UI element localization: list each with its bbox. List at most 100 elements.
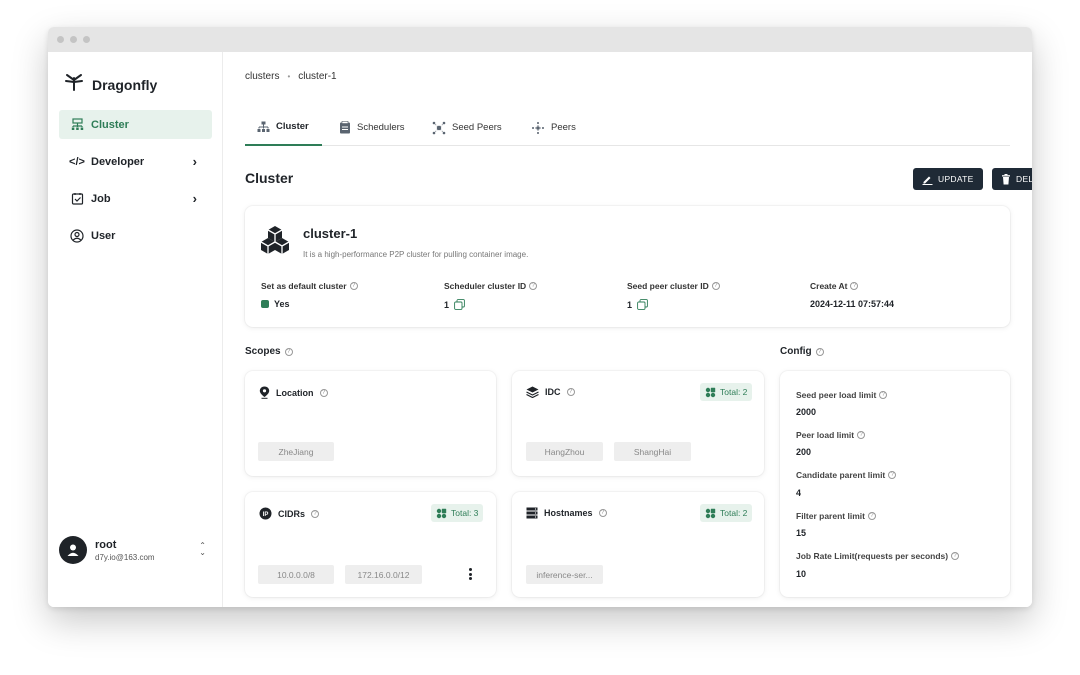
hostname-chip: inference-ser... xyxy=(526,565,603,584)
apps-icon xyxy=(705,508,716,518)
tab-peers[interactable]: Peers xyxy=(519,109,588,146)
window-close-dot[interactable] xyxy=(57,36,64,43)
tab-schedulers[interactable]: Schedulers xyxy=(327,109,417,146)
chevron-right-icon: › xyxy=(192,191,197,206)
config-label: Peer load limit? xyxy=(796,430,866,440)
location-title-text: Location xyxy=(276,387,314,398)
hostnames-total-badge: Total: 2 xyxy=(700,504,753,522)
sidebar-item-cluster[interactable]: Cluster xyxy=(59,110,212,139)
help-icon[interactable]: ? xyxy=(711,282,720,290)
trash-icon xyxy=(1002,173,1010,184)
help-icon[interactable]: ? xyxy=(951,552,960,560)
tab-cluster[interactable]: Cluster xyxy=(245,109,322,146)
breadcrumb-clusters[interactable]: clusters xyxy=(245,71,279,82)
status-square-icon xyxy=(261,300,269,308)
breadcrumb-separator: • xyxy=(287,72,291,81)
ip-icon: IP xyxy=(259,507,272,520)
field-label-seed-peer-id: Seed peer cluster ID? xyxy=(627,281,720,291)
update-button-label: UPDATE xyxy=(938,174,974,184)
field-value-default: Yes xyxy=(261,299,290,309)
tab-label: Schedulers xyxy=(357,122,405,133)
field-value-text: 1 xyxy=(444,299,450,310)
cidr-chip: 172.16.0.0/12 xyxy=(345,565,422,584)
config-value: 2000 xyxy=(796,407,817,417)
help-icon[interactable]: ? xyxy=(888,471,897,479)
field-label-scheduler-id: Scheduler cluster ID? xyxy=(444,281,538,291)
idc-title: IDC? xyxy=(526,386,575,398)
more-vertical-icon[interactable] xyxy=(466,566,474,582)
hostnames-card: Hostnames? Total: 2 inference-ser... xyxy=(512,492,764,597)
config-label: Seed peer load limit? xyxy=(796,390,888,400)
update-button[interactable]: UPDATE xyxy=(913,168,983,190)
field-label-default: Set as default cluster? xyxy=(261,281,358,291)
cidrs-title: IP CIDRs? xyxy=(259,507,320,520)
config-heading: Config? xyxy=(780,346,824,357)
person-icon xyxy=(67,544,79,556)
sidebar-item-label: Developer xyxy=(91,155,145,168)
scheduler-icon xyxy=(340,121,350,134)
help-icon[interactable]: ? xyxy=(850,282,859,290)
cidr-chip: 10.0.0.0/8 xyxy=(258,565,334,584)
field-label-text: Set as default cluster xyxy=(261,281,347,291)
cluster-info-card: cluster-1 It is a high-performance P2P c… xyxy=(245,206,1010,327)
field-label-create-at: Create At? xyxy=(810,281,859,291)
sidebar-item-job[interactable]: Job › xyxy=(59,184,212,213)
app-window: Dragonfly Cluster </> Developer › Job › … xyxy=(48,27,1032,607)
copy-icon[interactable] xyxy=(454,299,465,310)
field-label-text: Seed peer cluster ID xyxy=(627,281,709,291)
user-menu[interactable]: root d7y.io@163.com ⌃ ⌄ xyxy=(59,530,212,570)
help-icon[interactable]: ? xyxy=(857,431,866,439)
help-icon[interactable]: ? xyxy=(319,388,328,397)
page-title: Cluster xyxy=(245,170,294,186)
cluster-icon xyxy=(70,118,84,132)
help-icon[interactable]: ? xyxy=(566,388,575,396)
help-icon[interactable]: ? xyxy=(867,512,876,520)
help-icon[interactable]: ? xyxy=(598,509,607,517)
tab-bar: Cluster Schedulers Seed Peers Peers xyxy=(245,109,1010,146)
code-icon: </> xyxy=(69,155,85,168)
idc-title-text: IDC xyxy=(545,387,561,397)
config-value: 10 xyxy=(796,569,807,579)
help-icon[interactable]: ? xyxy=(529,282,538,290)
location-chip: ZheJiang xyxy=(258,442,334,461)
idc-chip: HangZhou xyxy=(526,442,603,461)
delete-button[interactable]: DELETE xyxy=(992,168,1032,190)
config-value: 4 xyxy=(796,488,802,498)
idc-chip: ShangHai xyxy=(614,442,691,461)
help-icon[interactable]: ? xyxy=(349,282,358,290)
hostnames-title: Hostnames? xyxy=(526,507,607,519)
help-icon[interactable]: ? xyxy=(815,347,824,356)
idc-card: IDC? Total: 2 HangZhou ShangHai xyxy=(512,371,764,476)
brand[interactable]: Dragonfly xyxy=(64,72,157,97)
cidrs-total-text: Total: 3 xyxy=(451,508,479,518)
cluster-cubes-icon xyxy=(259,224,291,261)
sidebar-item-developer[interactable]: </> Developer › xyxy=(59,147,212,176)
location-card: Location? ZheJiang xyxy=(245,371,496,476)
hostnames-total-text: Total: 2 xyxy=(720,508,748,518)
brand-name: Dragonfly xyxy=(92,76,158,93)
cluster-description: It is a high-performance P2P cluster for… xyxy=(303,250,529,259)
edit-icon xyxy=(922,176,933,185)
window-minimize-dot[interactable] xyxy=(70,36,77,43)
window-maximize-dot[interactable] xyxy=(83,36,90,43)
field-value-scheduler-id: 1 xyxy=(444,299,465,310)
copy-icon[interactable] xyxy=(637,299,648,310)
apps-icon xyxy=(705,387,716,397)
config-label: Job Rate Limit(requests per seconds)? xyxy=(796,551,960,561)
chevron-right-icon: › xyxy=(192,154,197,169)
help-icon[interactable]: ? xyxy=(311,509,320,518)
config-label-text: Candidate parent limit xyxy=(796,470,886,480)
config-label: Filter parent limit? xyxy=(796,511,876,521)
sidebar-item-user[interactable]: User xyxy=(59,221,212,250)
breadcrumb-current: cluster-1 xyxy=(298,71,337,82)
help-icon[interactable]: ? xyxy=(284,347,293,356)
cidrs-card: IP CIDRs? Total: 3 10.0.0.0/8 172.16.0.0… xyxy=(245,492,496,597)
config-title: Config xyxy=(780,346,812,357)
delete-button-label: DELETE xyxy=(1016,174,1032,184)
help-icon[interactable]: ? xyxy=(879,391,888,399)
config-card: Seed peer load limit? 2000 Peer load lim… xyxy=(780,371,1010,597)
cluster-name: cluster-1 xyxy=(303,226,358,241)
tab-seed-peers[interactable]: Seed Peers xyxy=(420,109,514,146)
peer-icon xyxy=(532,121,544,134)
user-email: d7y.io@163.com xyxy=(95,552,155,562)
